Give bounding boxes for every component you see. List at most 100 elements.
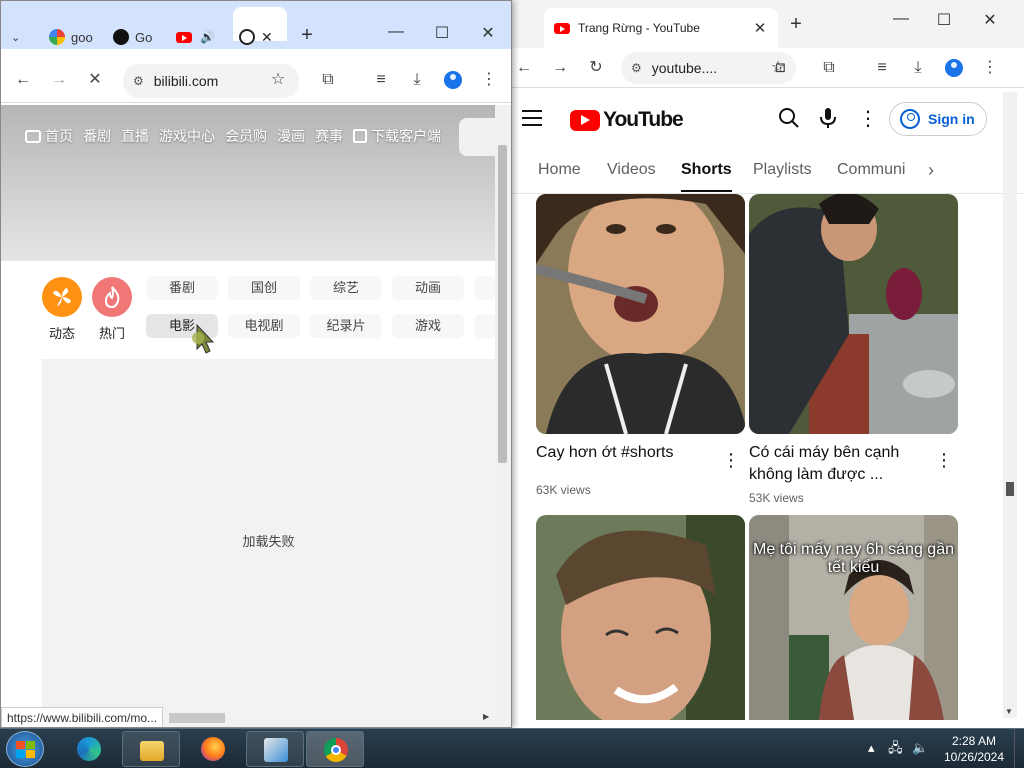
back-arrow-icon[interactable]: ← [11,68,35,92]
scrollbar-thumb[interactable] [1006,482,1014,496]
scrollbar[interactable] [495,105,511,727]
site-info-icon[interactable]: ⚙ [631,61,642,75]
tab-search-button[interactable]: ⌄ [11,23,20,51]
tab-google[interactable]: goo [49,23,93,51]
maximize-button[interactable]: ☐ [427,23,457,43]
short-title[interactable]: Có cái máy bên cạnh không làm được ... [749,442,924,486]
nav-live[interactable]: 直播 [121,126,149,146]
microphone-icon[interactable] [816,107,840,131]
nav-home[interactable]: 首页 [25,126,73,146]
nav-anime[interactable]: 番剧 [83,126,111,146]
nav-vip-shop[interactable]: 会员购 [225,126,267,146]
start-button[interactable] [6,731,44,767]
profile-icon[interactable] [942,56,966,80]
taskbar-file-explorer[interactable] [122,731,180,767]
scroll-right-arrow-icon[interactable]: ▶ [483,712,489,721]
close-icon[interactable]: ✕ [261,29,273,46]
media-control-icon[interactable]: ≡ [369,68,393,92]
category-chip[interactable]: 纪录片 [310,314,382,338]
short-item[interactable]: Mẹ tôi mấy nay 6h sáng gần tết kiểu [749,515,958,720]
scrollbar-thumb[interactable] [498,145,507,463]
browser-menu-icon[interactable]: ⋮ [477,68,501,92]
category-chip[interactable]: 动画 [392,276,464,300]
taskbar-edge[interactable] [60,731,118,767]
category-chip[interactable]: 国创 [228,276,300,300]
short-thumbnail[interactable]: Mẹ tôi mấy nay 6h sáng gần tết kiểu [749,515,958,720]
forward-arrow-icon[interactable]: → [548,56,572,80]
sign-in-label: Sign in [928,111,975,127]
minimize-button[interactable]: — [886,10,916,28]
tab-github[interactable]: Go [113,23,152,51]
category-chip[interactable]: 电视剧 [228,314,300,338]
new-tab-button[interactable]: + [784,12,808,36]
tab-playlists[interactable]: Playlists [753,161,812,179]
tab-videos[interactable]: Videos [607,161,656,179]
nav-game-center[interactable]: 游戏中心 [159,126,215,146]
category-chip[interactable]: 游戏 [392,314,464,338]
clock[interactable]: 2:28 AM 10/26/2024 [936,733,1012,765]
taskbar-firefox[interactable] [184,731,242,767]
short-thumbnail[interactable] [536,515,745,720]
dynamic-feed-button[interactable] [42,277,82,317]
chevron-right-icon[interactable]: › [928,160,934,181]
taskbar-chrome[interactable] [306,731,364,767]
status-bar-url: https://www.bilibili.com/mo... [1,707,164,727]
stop-loading-icon[interactable]: ✕ [83,68,107,92]
volume-icon[interactable]: 🔈 [912,740,928,755]
short-thumbnail[interactable] [749,194,958,434]
forward-arrow-icon[interactable]: → [47,68,71,92]
hamburger-menu-icon[interactable] [522,110,542,126]
close-window-button[interactable]: ✕ [975,10,1005,30]
minimize-button[interactable]: — [381,23,411,41]
short-item[interactable]: Cay hơn ớt #shorts ⋮ 63K views [536,194,745,506]
horizontal-scrollbar-thumb[interactable] [169,713,225,723]
show-desktop-button[interactable] [1014,729,1024,768]
download-icon[interactable]: ⤓ [405,68,429,92]
scrollbar[interactable]: ▼ [1003,92,1017,718]
audio-playing-icon[interactable]: 🔊 [200,30,215,44]
scroll-down-arrow-icon[interactable]: ▼ [1005,707,1013,716]
back-arrow-icon[interactable]: ← [512,56,536,80]
bookmark-star-icon[interactable]: ☆ [266,68,290,92]
nav-esports[interactable]: 赛事 [315,126,343,146]
network-icon[interactable]: 🖧 [888,740,903,755]
download-icon[interactable]: ⤓ [906,56,930,80]
close-icon[interactable]: ✕ [752,19,768,37]
extensions-icon[interactable]: ⧉ [817,56,841,80]
short-title[interactable]: Cay hơn ớt #shorts [536,442,711,464]
extensions-icon[interactable]: ⧉ [316,68,340,92]
short-more-icon[interactable]: ⋮ [722,451,740,469]
category-chip[interactable] [474,276,496,300]
sign-in-button[interactable]: Sign in [889,102,987,136]
short-more-icon[interactable]: ⋮ [935,451,953,469]
category-chip[interactable] [474,314,496,338]
site-info-icon[interactable]: ⚙ [133,74,144,88]
reload-icon[interactable]: ↻ [584,56,608,80]
close-window-button[interactable]: ✕ [473,23,503,43]
new-tab-button[interactable]: + [295,23,319,47]
search-icon[interactable] [777,107,801,131]
tab-bilibili[interactable]: ✕ [239,23,273,51]
tab-community[interactable]: Communi [837,161,915,179]
short-item[interactable]: Có cái máy bên cạnh không làm được ... ⋮… [749,194,958,514]
more-options-icon[interactable]: ⋮ [856,107,880,131]
popular-button[interactable] [92,277,132,317]
tab-youtube[interactable]: Trang Rừng - YouTube ✕ [544,8,778,48]
browser-menu-icon[interactable]: ⋮ [978,56,1002,80]
maximize-button[interactable]: ☐ [929,10,959,30]
category-chip[interactable]: 番剧 [146,276,218,300]
tab-youtube[interactable]: 🔊 [176,23,215,51]
tab-shorts[interactable]: Shorts [681,161,732,192]
nav-manga[interactable]: 漫画 [277,126,305,146]
nav-download-client[interactable]: 下载客户端 [353,126,441,146]
short-item[interactable] [536,515,745,720]
media-control-icon[interactable]: ≡ [870,56,894,80]
bookmark-star-icon[interactable]: ☆ [766,56,790,80]
show-hidden-icons-icon[interactable]: ▴ [868,740,875,755]
category-chip[interactable]: 综艺 [310,276,382,300]
youtube-logo[interactable]: YouTube [570,108,684,132]
tab-home[interactable]: Home [538,161,581,179]
taskbar-app[interactable] [246,731,304,767]
short-thumbnail[interactable] [536,194,745,434]
profile-icon[interactable] [441,71,465,95]
